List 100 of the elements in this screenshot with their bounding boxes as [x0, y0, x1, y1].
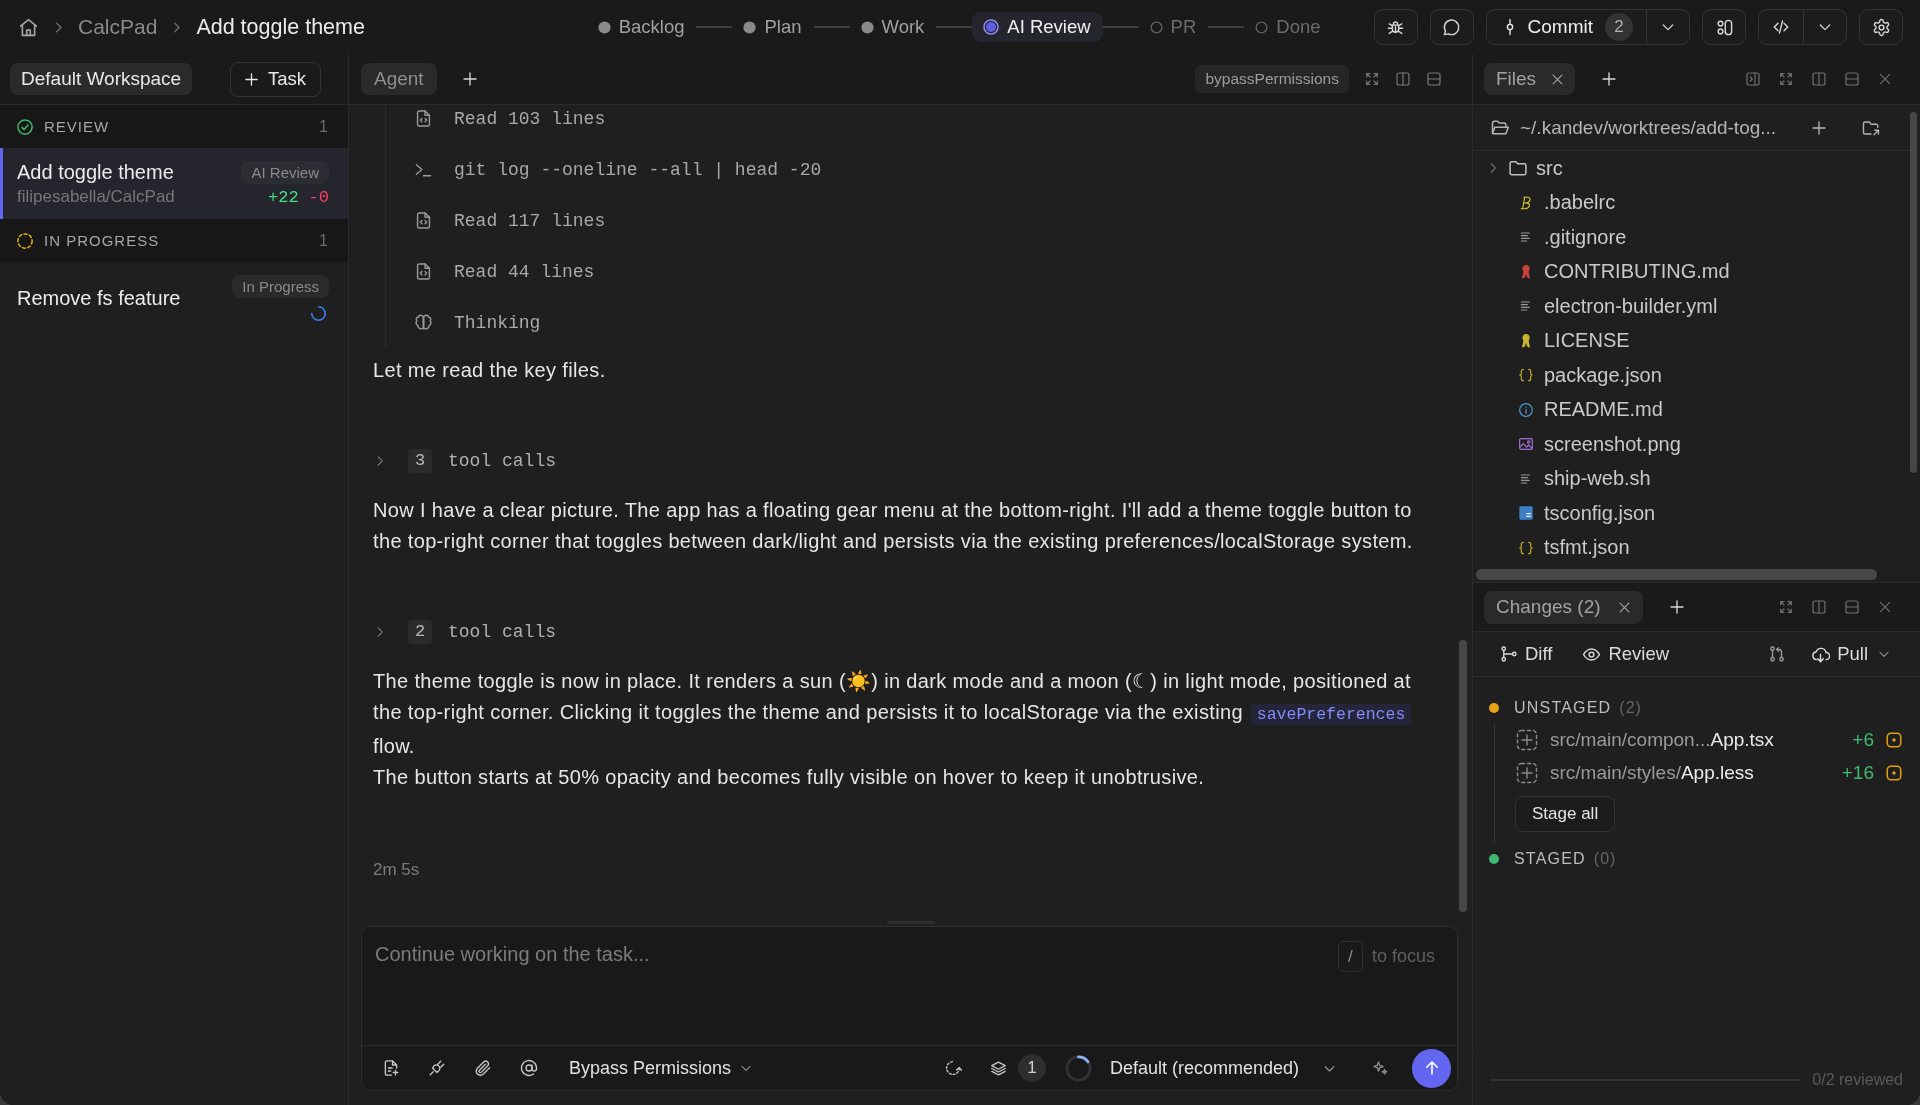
- columns-icon[interactable]: [1395, 71, 1411, 87]
- maximize-icon[interactable]: [1364, 71, 1380, 87]
- chat-button[interactable]: [1429, 9, 1474, 45]
- tree-item[interactable]: ship-web.sh: [1473, 461, 1651, 496]
- shortcut-hint: to focus: [1371, 945, 1435, 968]
- tree-item[interactable]: tsfmt.json: [1473, 530, 1630, 565]
- pull-button[interactable]: Pull: [1811, 643, 1891, 665]
- folder-arrow-icon[interactable]: [1862, 118, 1880, 137]
- scrollbar-thumb[interactable]: [1910, 112, 1917, 473]
- message-text: Let me read the key files.: [373, 358, 607, 383]
- bug-button[interactable]: [1373, 9, 1418, 45]
- review-progress-label: 0/2 reviewed: [1812, 1070, 1903, 1089]
- columns-icon[interactable]: [1811, 599, 1827, 615]
- refresh-icon[interactable]: [943, 1059, 962, 1077]
- stage-file-icon[interactable]: [1515, 760, 1539, 785]
- section-count: (2): [1619, 699, 1642, 717]
- workflow-step[interactable]: AI Review: [972, 12, 1103, 42]
- mode-chip: bypassPermissions: [1195, 65, 1349, 93]
- review-button[interactable]: Review: [1582, 643, 1670, 665]
- tool-calls-toggle[interactable]: 3 tool calls: [373, 442, 557, 479]
- tree-item[interactable]: screenshot.png: [1473, 427, 1681, 462]
- tree-item[interactable]: src: [1473, 151, 1563, 186]
- commit-button[interactable]: Commit 2: [1486, 10, 1646, 44]
- model-dropdown[interactable]: Default (recommended): [1109, 1057, 1337, 1079]
- code-icon: [1772, 18, 1790, 36]
- changes-tab[interactable]: Changes (2): [1484, 590, 1643, 624]
- files-tab[interactable]: Files: [1484, 63, 1576, 95]
- tool-calls-toggle[interactable]: 2 tool calls: [373, 613, 557, 650]
- home-icon[interactable]: [18, 16, 39, 38]
- plus-icon: [1600, 70, 1619, 88]
- pull-request-icon[interactable]: [1768, 645, 1787, 663]
- stage-all-button[interactable]: Stage all: [1515, 796, 1616, 832]
- maximize-icon[interactable]: [1778, 71, 1794, 87]
- workspace-selector[interactable]: Default Workspace: [10, 63, 193, 95]
- page-title: Add toggle theme: [196, 14, 365, 40]
- task-card[interactable]: Remove fs feature In Progress: [0, 262, 348, 334]
- plug-icon[interactable]: [428, 1059, 446, 1077]
- permission-dropdown[interactable]: Bypass Permissions: [569, 1057, 754, 1079]
- tool-count-badge: 3: [408, 448, 432, 473]
- section-title: IN PROGRESS: [44, 232, 160, 249]
- tree-item[interactable]: .gitignore: [1473, 220, 1627, 255]
- task-title: Remove fs feature: [17, 287, 182, 310]
- send-button[interactable]: [1412, 1048, 1451, 1088]
- shortcut-key: /: [1337, 941, 1363, 972]
- close-icon[interactable]: [1877, 599, 1893, 615]
- lines-added: +22: [268, 187, 299, 207]
- add-tab-button[interactable]: [1600, 70, 1619, 88]
- add-tab-button[interactable]: [460, 70, 479, 88]
- file-plus-icon[interactable]: [382, 1059, 400, 1077]
- file-code-icon: [414, 109, 433, 128]
- breadcrumb-link[interactable]: CalcPad: [78, 15, 158, 39]
- workflow-step[interactable]: Plan: [732, 12, 814, 42]
- lines-removed: -0: [308, 187, 329, 207]
- tree-item[interactable]: tsconfig.json: [1473, 496, 1656, 531]
- tool-call-label: Read 103 lines: [454, 108, 606, 129]
- at-sign-icon[interactable]: [520, 1059, 538, 1077]
- tree-item[interactable]: LICENSE: [1473, 323, 1630, 358]
- layers-icon[interactable]: [989, 1059, 1007, 1077]
- section-title: REVIEW: [44, 118, 110, 135]
- tree-item[interactable]: package.json: [1473, 358, 1662, 393]
- scrollbar-thumb[interactable]: [1459, 640, 1467, 912]
- message-composer[interactable]: Continue working on the task... / to focus Bypass Permissions 1 Default (recommended): [361, 926, 1458, 1091]
- settings-button[interactable]: [1859, 9, 1903, 45]
- message-input[interactable]: Continue working on the task...: [375, 941, 1338, 1045]
- info-icon: [1518, 401, 1534, 418]
- workflow-step[interactable]: Backlog: [586, 12, 697, 42]
- add-tab-button[interactable]: [1667, 598, 1686, 616]
- brain-icon: [414, 313, 433, 332]
- section-count: 1: [319, 117, 328, 136]
- tree-item[interactable]: electron-builder.yml: [1473, 289, 1718, 324]
- stage-file-icon[interactable]: [1515, 727, 1539, 752]
- columns-icon[interactable]: [1811, 71, 1827, 87]
- agent-tab[interactable]: Agent: [361, 63, 437, 95]
- tree-item[interactable]: README.md: [1473, 392, 1663, 427]
- lines-added: +6: [1852, 728, 1874, 751]
- task-repo: filipesabella/CalcPad: [17, 187, 176, 207]
- diff-button[interactable]: Diff: [1500, 643, 1553, 665]
- sparkle-icon[interactable]: [1371, 1059, 1389, 1077]
- rows-icon[interactable]: [1844, 71, 1860, 87]
- speech-bubble-icon: [1442, 17, 1462, 37]
- plus-icon: [242, 70, 260, 88]
- layout-button[interactable]: [1702, 9, 1746, 45]
- workflow-step[interactable]: Work: [849, 12, 937, 42]
- tree-item[interactable]: .babelrc: [1473, 185, 1616, 220]
- settings-icon: [1871, 17, 1891, 37]
- plus-icon: [1667, 598, 1686, 616]
- panel-right-icon[interactable]: [1745, 71, 1761, 87]
- rows-icon[interactable]: [1426, 71, 1442, 87]
- rows-icon[interactable]: [1844, 599, 1860, 615]
- task-card[interactable]: Add toggle theme AI Review filipesabella/CalcPad +22 -0: [0, 148, 348, 219]
- plus-icon[interactable]: [1810, 118, 1828, 137]
- maximize-icon[interactable]: [1778, 599, 1794, 615]
- queue-count-badge: 1: [1017, 1054, 1046, 1082]
- message-text: The button starts at 50% opacity and becomes fully visible on hover to keep it unobtrusive.: [373, 765, 1206, 790]
- tree-item[interactable]: CONTRIBUTING.md: [1473, 254, 1730, 289]
- new-task-button[interactable]: Task: [229, 61, 321, 97]
- close-icon[interactable]: [1877, 71, 1893, 87]
- scrollbar-thumb[interactable]: [1476, 568, 1877, 580]
- paperclip-icon[interactable]: [474, 1059, 492, 1077]
- dashed-circle-icon: [16, 231, 34, 250]
